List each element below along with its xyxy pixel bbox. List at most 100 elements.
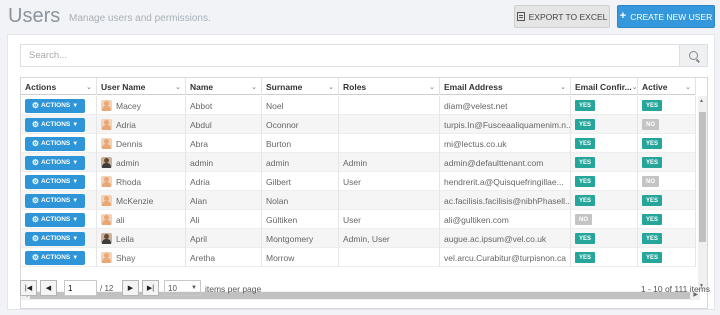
caret-down-icon: ▼ (72, 140, 79, 147)
column-header-email-confirmed[interactable]: Email Confir... ⌄ (571, 78, 638, 95)
page-title: Users (8, 5, 61, 27)
status-badge: YES (642, 100, 663, 111)
user-name: admin (116, 157, 140, 168)
chevron-down-icon[interactable]: ⌄ (560, 83, 566, 91)
cell-surname: Montgomery (262, 229, 339, 248)
avatar (101, 100, 112, 111)
export-label: EXPORT TO EXCEL (528, 11, 608, 22)
table-row[interactable]: ⚙ ACTIONS ▼ Dennis Abra Burton mi@lectus.co.uk… (21, 134, 696, 153)
cell-actions: ⚙ ACTIONS ▼ (21, 96, 97, 115)
chevron-down-icon[interactable]: ⌄ (251, 83, 257, 91)
first-page-button[interactable]: |◀ (20, 280, 37, 296)
chevron-down-icon[interactable]: ⌄ (685, 83, 691, 91)
actions-button[interactable]: ⚙ ACTIONS ▼ (25, 250, 85, 265)
cell-user-name: admin (97, 153, 186, 172)
items-per-page-select[interactable]: 10 ▼ (164, 280, 201, 296)
cell-user-name: Leila (97, 229, 186, 248)
table-row[interactable]: ⚙ ACTIONS ▼ Shay Aretha Morrow vel.arcu.Curabi… (21, 248, 696, 267)
page-number-input[interactable] (64, 280, 97, 296)
cell-email-confirmed: YES (571, 191, 638, 210)
column-header-email-address[interactable]: Email Address ⌄ (440, 78, 571, 95)
cell-name: Aretha (186, 248, 262, 267)
status-badge: YES (575, 138, 596, 149)
table-row[interactable]: ⚙ ACTIONS ▼ Leila April Montgomery Admin, User… (21, 229, 696, 248)
status-badge: YES (575, 252, 596, 263)
chevron-down-icon[interactable]: ⌄ (429, 83, 435, 91)
vertical-scroll-thumb[interactable] (699, 112, 706, 242)
export-to-excel-button[interactable]: EXPORT TO EXCEL (514, 5, 610, 28)
search-button[interactable] (679, 45, 707, 66)
table-row[interactable]: ⚙ ACTIONS ▼ McKenzie Alan Nolan ac.facilisis.f… (21, 191, 696, 210)
gear-icon: ⚙ (31, 101, 39, 110)
actions-label: ACTIONS (40, 178, 71, 185)
actions-button[interactable]: ⚙ ACTIONS ▼ (25, 155, 85, 170)
chevron-down-icon[interactable]: ⌄ (328, 83, 334, 91)
cell-actions: ⚙ ACTIONS ▼ (21, 191, 97, 210)
cell-user-name: McKenzie (97, 191, 186, 210)
users-card: Actions ⌄ User Name ⌄ Name ⌄ Surname ⌄ Roles… (7, 34, 715, 310)
previous-page-button[interactable]: ◀ (40, 280, 57, 296)
search-input[interactable] (21, 45, 681, 66)
actions-label: ACTIONS (40, 254, 71, 261)
gear-icon: ⚙ (31, 253, 39, 262)
actions-label: ACTIONS (40, 140, 71, 147)
last-page-button[interactable]: ▶| (142, 280, 159, 296)
table-row[interactable]: ⚙ ACTIONS ▼ Macey Abbot Noel diam@velest.net YE… (21, 96, 696, 115)
search-box (20, 44, 708, 67)
actions-button[interactable]: ⚙ ACTIONS ▼ (25, 98, 85, 113)
cell-roles (339, 248, 440, 267)
vertical-scrollbar[interactable]: ▲ ▼ (698, 96, 707, 291)
status-badge: YES (575, 195, 596, 206)
page-header: Users Manage users and permissions. EXPO… (0, 0, 720, 34)
table-row[interactable]: ⚙ ACTIONS ▼ Rhoda Adria Gilbert User hendrerit.… (21, 172, 696, 191)
cell-email: diam@velest.net (440, 96, 571, 115)
cell-active: YES (638, 191, 696, 210)
per-page-label: items per page (205, 284, 262, 294)
avatar (101, 214, 112, 225)
cell-active: YES (638, 210, 696, 229)
actions-button[interactable]: ⚙ ACTIONS ▼ (25, 212, 85, 227)
actions-button[interactable]: ⚙ ACTIONS ▼ (25, 231, 85, 246)
caret-down-icon: ▼ (72, 159, 79, 166)
actions-button[interactable]: ⚙ ACTIONS ▼ (25, 117, 85, 132)
avatar (101, 138, 112, 149)
chevron-down-icon[interactable]: ⌄ (175, 83, 181, 91)
column-header-active[interactable]: Active ⌄ (638, 78, 696, 95)
cell-active: YES (638, 248, 696, 267)
grid-body: ⚙ ACTIONS ▼ Macey Abbot Noel diam@velest.net YE… (21, 96, 696, 267)
column-header-roles[interactable]: Roles ⌄ (339, 78, 440, 95)
cell-email: admin@defaulttenant.com (440, 153, 571, 172)
cell-surname: Oconnor (262, 115, 339, 134)
actions-button[interactable]: ⚙ ACTIONS ▼ (25, 136, 85, 151)
scroll-up-icon[interactable]: ▲ (699, 98, 704, 104)
user-name: Shay (116, 252, 136, 263)
column-label: Surname (266, 81, 303, 92)
actions-label: ACTIONS (40, 216, 71, 223)
create-label: CREATE NEW USER (630, 11, 713, 22)
table-row[interactable]: ⚙ ACTIONS ▼ admin admin admin Admin admin@defau… (21, 153, 696, 172)
cell-email-confirmed: YES (571, 134, 638, 153)
page-subtitle: Manage users and permissions. (69, 13, 211, 24)
gear-icon: ⚙ (31, 234, 39, 243)
column-header-user-name[interactable]: User Name ⌄ (97, 78, 186, 95)
cell-email-confirmed: YES (571, 248, 638, 267)
cell-actions: ⚙ ACTIONS ▼ (21, 210, 97, 229)
chevron-down-icon[interactable]: ⌄ (86, 83, 92, 91)
table-row[interactable]: ⚙ ACTIONS ▼ ali Ali Gültiken User ali@gultiken.… (21, 210, 696, 229)
previous-page-icon: ◀ (45, 285, 52, 292)
create-new-user-button[interactable]: + CREATE NEW USER (617, 5, 715, 28)
column-header-actions[interactable]: Actions ⌄ (21, 78, 97, 95)
cell-actions: ⚙ ACTIONS ▼ (21, 134, 97, 153)
actions-button[interactable]: ⚙ ACTIONS ▼ (25, 193, 85, 208)
cell-name: Alan (186, 191, 262, 210)
next-page-button[interactable]: ▶ (122, 280, 139, 296)
column-header-name[interactable]: Name ⌄ (186, 78, 262, 95)
actions-button[interactable]: ⚙ ACTIONS ▼ (25, 174, 85, 189)
column-header-surname[interactable]: Surname ⌄ (262, 78, 339, 95)
cell-active: YES (638, 96, 696, 115)
cell-active: NO (638, 115, 696, 134)
chevron-down-icon[interactable]: ⌄ (632, 83, 637, 91)
column-label: Active (642, 81, 668, 92)
gear-icon: ⚙ (31, 196, 39, 205)
table-row[interactable]: ⚙ ACTIONS ▼ Adria Abdul Oconnor turpis.In@Fusc… (21, 115, 696, 134)
